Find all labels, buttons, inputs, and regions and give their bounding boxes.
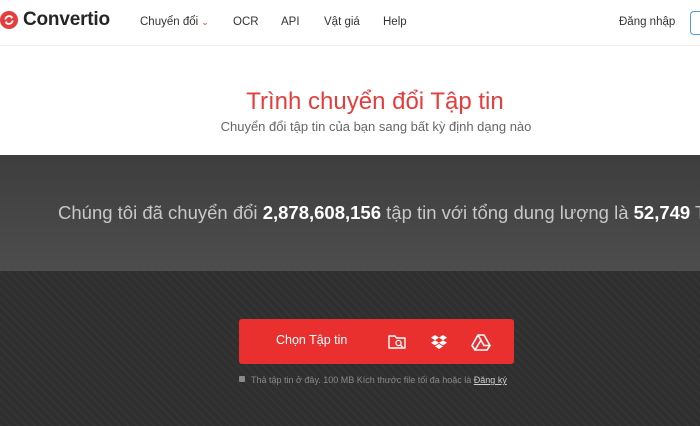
stats-prefix: Chúng tôi đã chuyển đổi (58, 202, 258, 223)
dropbox-icon[interactable] (429, 332, 449, 352)
chevron-down-icon: ⌄ (201, 17, 209, 27)
upload-hint: Thả tập tin ở đây. 100 MB Kích thước fil… (239, 375, 507, 385)
signup-link[interactable]: Đăng ký (474, 375, 507, 385)
logo-text: Convertio (23, 9, 110, 30)
stats-band: Chúng tôi đã chuyển đổi 2,878,608,156 tậ… (0, 155, 700, 271)
lock-icon (239, 376, 245, 382)
nav-item-convert[interactable]: Chuyển đổi ⌄ (140, 16, 209, 28)
nav-item-pricing[interactable]: Vật giá (324, 16, 360, 28)
login-link[interactable]: Đăng nhập (619, 16, 675, 28)
upload-hint-text: Thả tập tin ở đây. 100 MB Kích thước fil… (251, 375, 472, 385)
logo[interactable]: Convertio (0, 9, 110, 31)
stats-middle: tập tin với tổng dung lượng là (386, 202, 629, 223)
signup-button[interactable] (690, 11, 700, 35)
choose-files-button[interactable]: Chọn Tập tin (239, 319, 514, 364)
page-subtitle: Chuyển đổi tập tin của bạn sang bất kỳ đ… (220, 119, 532, 134)
nav-item-label: Chuyển đổi (140, 16, 199, 28)
page-title: Trình chuyển đổi Tập tin (246, 88, 504, 115)
choose-files-label: Chọn Tập tin (276, 333, 348, 347)
stats-unit: TB (695, 202, 700, 223)
nav-item-api[interactable]: API (281, 16, 300, 28)
google-drive-icon[interactable] (471, 332, 491, 352)
stats-file-count: 2,878,608,156 (262, 202, 381, 223)
stats-line: Chúng tôi đã chuyển đổi 2,878,608,156 tậ… (58, 202, 700, 224)
hero-section: Trình chuyển đổi Tập tin Chuyển đổi tập … (0, 47, 700, 155)
convertio-logo-icon (0, 11, 18, 29)
nav-item-help[interactable]: Help (383, 16, 407, 28)
nav-item-ocr[interactable]: OCR (233, 16, 259, 28)
top-header: Convertio Chuyển đổi ⌄ OCR API Vật giá He… (0, 0, 700, 46)
folder-search-icon[interactable] (387, 332, 407, 352)
stats-total-size: 52,749 (633, 202, 691, 223)
